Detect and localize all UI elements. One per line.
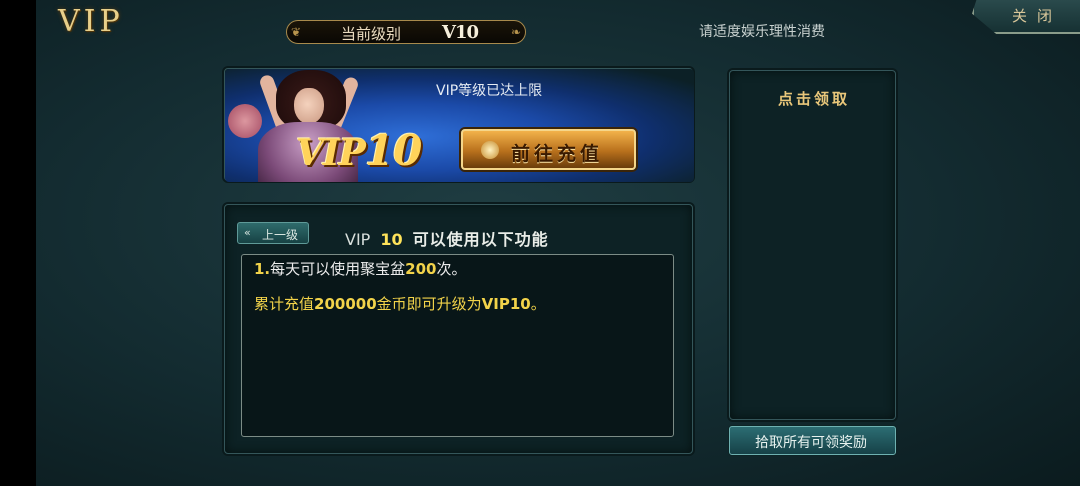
features-heading-prefix: VIP [345,230,371,249]
features-text-box[interactable] [241,254,674,437]
vip-emblem-number: 10 [364,126,422,175]
left-edge-bar [0,0,36,486]
upgrade-target: VIP10 [481,295,531,313]
max-level-notice: VIP等级已达上限 [436,83,543,99]
previous-level-label: 上一级 [262,228,299,242]
coin-icon [481,141,499,159]
claim-all-button-label[interactable]: 拾取所有可领奖励 [755,432,867,452]
previous-level-button[interactable]: « 上一级 [237,222,309,244]
rewards-panel [729,70,896,420]
page-title: VIP [58,4,124,39]
recharge-button[interactable]: 前往充值 [461,129,636,170]
feature-item-value: 200 [405,260,437,278]
upgrade-text-a: 累计充值 [254,295,315,313]
current-level-banner: ❦ 当前级别 V10 ❧ [286,20,526,44]
current-level-label: 当前级别 [341,25,402,43]
features-heading: VIP 10 可以使用以下功能 [345,226,549,250]
close-button-label[interactable]: 关闭 [1012,5,1062,26]
features-heading-level: 10 [380,230,403,249]
ornament-left-icon: ❦ [291,25,302,39]
feature-item-number: 1. [254,260,271,278]
vip-level-emblem: VIP10 [296,126,422,175]
upgrade-text-b: 金币即可升级为 [376,295,482,313]
current-level-badge: V10 [442,22,479,43]
upgrade-amount: 200000 [314,295,377,313]
recharge-button-label: 前往充值 [511,143,604,165]
feature-item: 1.每天可以使用聚宝盆200次。 [254,258,466,279]
rewards-title[interactable]: 点击领取 [778,88,850,109]
ornament-right-icon: ❧ [510,25,521,39]
feature-item-text: 每天可以使用聚宝盆 [270,260,406,278]
upgrade-requirement: 累计充值200000金币即可升级为VIP10。 [254,294,554,315]
double-chevron-left-icon: « [244,226,251,239]
upgrade-text-end: 。 [530,295,546,313]
features-heading-desc: 可以使用以下功能 [412,230,549,249]
vip-screen: VIP ❦ 当前级别 V10 ❧ 请适度娱乐理性消费 关闭 VIP10 VIP等… [0,0,1080,486]
spending-notice: 请适度娱乐理性消费 [699,24,825,40]
feature-item-suffix: 次。 [436,260,467,278]
vip-emblem-prefix: VIP [296,132,366,174]
